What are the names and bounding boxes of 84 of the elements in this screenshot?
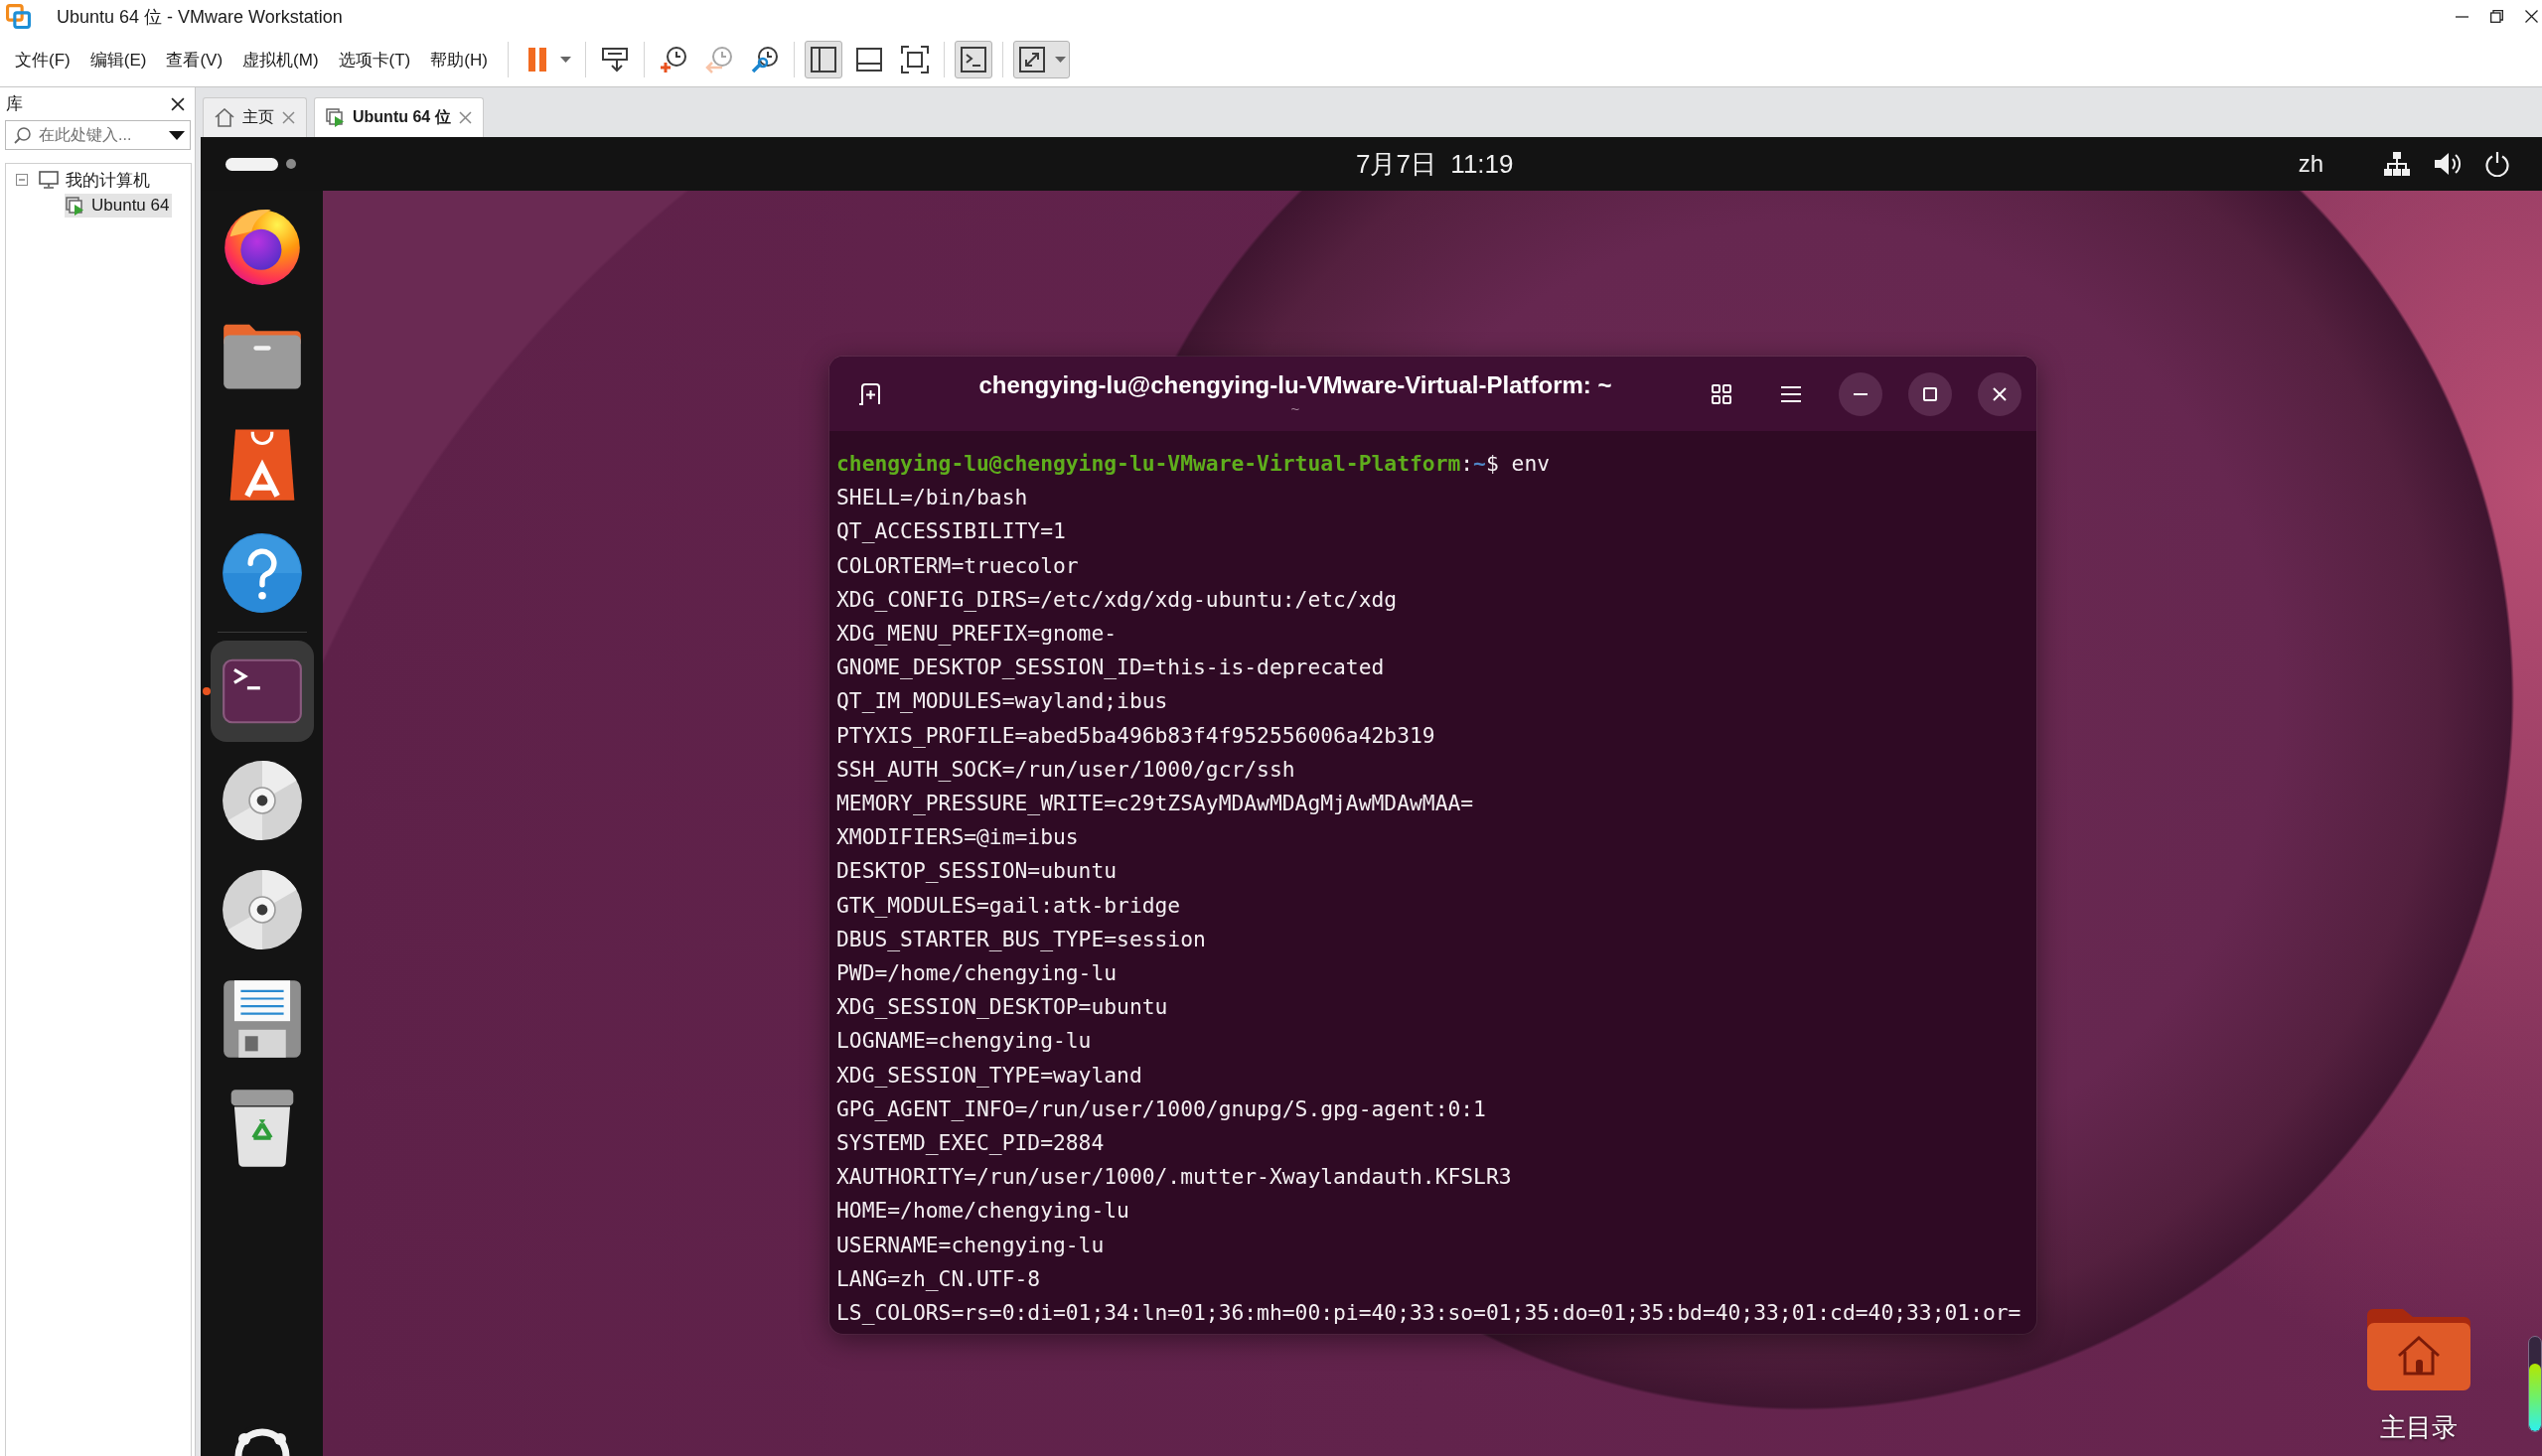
toolbar-button[interactable] [1012,41,1070,78]
workspace-dot-icon[interactable] [286,159,296,169]
terminal-output-line: LANG=zh_CN.UTF-8 [836,1264,1042,1293]
terminal-output-line: MEMORY_PRESSURE_WRITE=c29tZSAyMDAwMDAgMjAwMDAwMAA= [836,790,1475,818]
grid-icon[interactable] [1712,383,1731,404]
terminal-output-line: GPG_AGENT_INFO=/run/user/1000/gnupg/S.gpg-agent:0:1 [836,1094,1487,1123]
maximize-icon[interactable] [1923,386,1937,401]
terminal-output-line: COLORTERM=truecolor [836,551,1080,580]
search-field[interactable]: 在此处键入... [39,126,161,144]
terminal-output-line: XDG_SESSION_DESKTOP=ubuntu [836,993,1169,1022]
input-source-button[interactable]: zh [2298,150,2323,178]
menu-item[interactable]: 文件(F) [5,43,80,76]
terminal-output-line: XDG_MENU_PREFIX=gnome- [836,620,1119,648]
home-icon [215,108,234,127]
terminal-output-line: LS_COLORS=rs=0:di=01;34:ln=01;36:mh=00:pi=40;33:so=01;35:do=01;35:bd=40;33;01:cd=40;33;01:or= [836,1299,2022,1328]
help-icon [221,532,303,614]
terminal-output-line: QT_ACCESSIBILITY=1 [836,517,1067,546]
search-box[interactable]: 在此处键入... [5,120,191,150]
terminal-output-line: SSH_AUTH_SOCK=/run/user/1000/gcr/ssh [836,755,1296,784]
console-icon [958,45,988,74]
vm-play-icon [326,108,345,127]
power-icon[interactable] [2484,151,2510,177]
restore-icon[interactable] [2489,10,2503,23]
tab[interactable]: 主页 [203,97,307,137]
fullscreen-icon [899,45,930,74]
minimize-icon[interactable] [2455,15,2468,18]
terminal-output-line: XMODIFIERS=@im=ibus [836,823,1080,852]
terminal-output-line: QT_IM_MODULES=wayland;ibus [836,687,1169,716]
new-tab-icon[interactable] [858,382,880,405]
terminal-output-line: GNOME_DESKTOP_SESSION_ID=this-is-deprecated [836,654,1386,682]
toolbar-button[interactable] [954,41,992,78]
tree-item[interactable]: Ubuntu 64 [65,194,173,218]
menu-item[interactable]: 选项卡(T) [328,43,421,76]
terminal-output-line: PTYXIS_PROFILE=abed5ba496b83f4f952556006a42b319 [836,721,1436,750]
terminal-subtitle: ~ [1290,400,1300,417]
menu-item[interactable]: 查看(V) [156,43,233,76]
terminal-output-line: GTK_MODULES=gail:atk-bridge [836,891,1182,920]
prompt-line: chengying-lu@chengying-lu-VMware-Virtual-Platform:~$ env [836,450,1552,478]
close-button[interactable] [1978,371,2021,416]
terminal-output-line: XAUTHORITY=/run/user/1000/.mutter-Xwaylandauth.KFSLR3 [836,1163,1513,1192]
tab[interactable]: Ubuntu 64 位 [314,97,484,137]
stretch-icon [1016,45,1047,74]
close-icon[interactable] [171,96,185,111]
menu-item[interactable]: 帮助(H) [420,43,498,76]
tree-item[interactable]: 我的计算机 [38,168,153,192]
terminal-output-line: DBUS_STARTER_BUS_TYPE=session [836,925,1207,953]
close-icon[interactable] [2524,10,2538,23]
search-icon [14,126,31,144]
clock-arrow-icon [703,45,734,74]
monitor-icon [39,171,59,189]
disc-icon [221,869,303,950]
collapse-icon[interactable] [16,174,28,186]
toolbar-button[interactable] [804,41,842,78]
terminal-output-line: PWD=/home/chengying-lu [836,959,1119,988]
caret-icon[interactable] [169,130,185,140]
bottom-bar-layout-icon [853,45,884,74]
terminal-output-line: XDG_SESSION_TYPE=wayland [836,1061,1143,1090]
terminal-output-line: HOME=/home/chengying-lu [836,1197,1130,1226]
desktop-icon-label: 主目录 [2380,1412,2458,1442]
box-down-arrow-icon [599,45,630,74]
workspace-pill-icon[interactable] [225,157,278,171]
terminal-output-line: LOGNAME=chengying-lu [836,1027,1093,1056]
terminal-title: chengying-lu@chengying-lu-VMware-Virtual-Platform: ~ [978,370,1612,399]
terminal-output-line: SYSTEMD_EXEC_PID=2884 [836,1129,1106,1158]
overlapping-squares-icon [6,4,31,29]
home-folder-icon[interactable] [2367,1309,2470,1390]
network-icon[interactable] [2383,151,2411,177]
menu-item[interactable]: 编辑(E) [79,43,157,76]
sidebar-layout-icon [808,45,838,74]
terminal-output-line: DESKTOP_SESSION=ubuntu [836,857,1119,886]
terminal-output-line: USERNAME=chengying-lu [836,1231,1106,1259]
clock-plus-icon [658,45,688,74]
vm-play-icon [66,196,84,216]
library-title: 库 [6,93,23,115]
clock-wrench-icon [749,45,780,74]
window-title: Ubuntu 64 位 - VMware Workstation [57,5,343,29]
menu-item[interactable]: 虚拟机(M) [232,43,329,76]
disc-icon [221,760,303,841]
maximize-button[interactable] [1908,371,1952,416]
terminal-output-line: XDG_CONFIG_DIRS=/etc/xdg/xdg-ubuntu:/etc/xdg [836,585,1399,614]
menu-icon[interactable] [1781,385,1801,402]
volume-icon[interactable] [2434,151,2462,177]
terminal-output-line: SHELL=/bin/bash [836,484,1029,512]
date-time-button[interactable]: 7月7日 11:19 [1350,146,1520,182]
